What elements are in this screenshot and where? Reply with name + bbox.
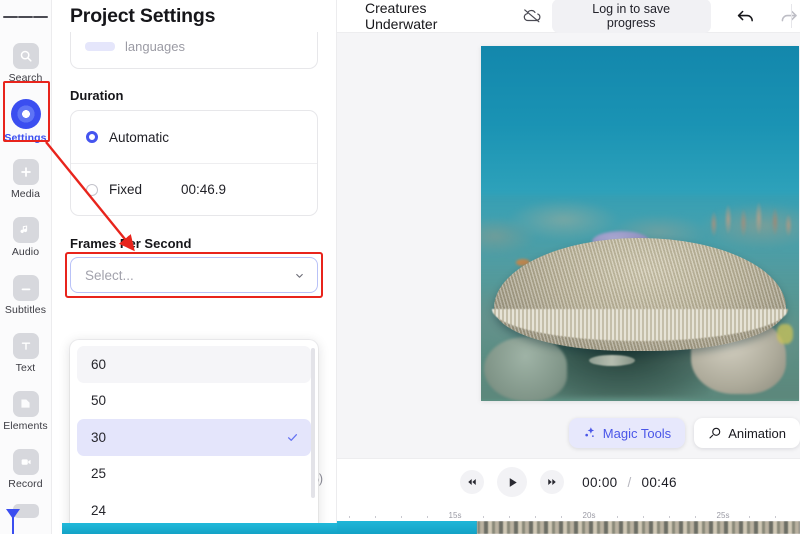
duration-label: Duration	[70, 88, 124, 103]
playback-controls: 00:00 / 00:46	[337, 458, 800, 506]
fps-option-25[interactable]: 25	[77, 456, 311, 493]
search-icon	[12, 42, 39, 69]
sidebar-item-search[interactable]: Search	[0, 34, 52, 92]
coral-reef-image	[481, 46, 799, 401]
subtitles-icon	[12, 274, 39, 301]
sidebar-item-label: Elements	[3, 419, 48, 432]
duration-options: Automatic Fixed 00:46.9	[70, 110, 318, 216]
fps-option-60[interactable]: 60	[77, 346, 311, 383]
audio-clip[interactable]	[337, 521, 477, 534]
cloud-off-icon[interactable]	[522, 6, 542, 26]
play-icon	[509, 477, 517, 487]
dropdown-scrollbar[interactable]	[311, 348, 315, 498]
plus-icon	[12, 158, 39, 185]
fps-option-label: 30	[91, 429, 107, 445]
radio-automatic-icon	[86, 131, 98, 143]
sidebar-item-label: Subtitles	[4, 303, 47, 316]
duration-fixed-value[interactable]: 00:46.9	[181, 182, 226, 197]
frames-per-second-select-wrap: Select...	[65, 252, 323, 298]
undo-arrow-icon[interactable]	[735, 5, 757, 27]
sparkle-icon	[585, 427, 594, 438]
timeline-left-segment	[52, 520, 337, 534]
fast-forward-icon	[548, 479, 556, 485]
sidebar-item-settings[interactable]: Settings	[0, 92, 52, 150]
audio-clip-left[interactable]	[62, 523, 337, 534]
video-editor-window: Search Settings Media Audio Subtitles Te…	[0, 0, 800, 534]
top-toolbar: Creatures Underwater Log in to save prog…	[337, 0, 800, 34]
radio-fixed-icon	[86, 183, 98, 196]
ruler-tick-label: 20s	[582, 511, 596, 520]
fps-option-30[interactable]: 30	[77, 419, 311, 456]
animation-orbit-icon	[709, 427, 721, 439]
fps-option-label: 60	[91, 356, 107, 372]
preview-stage: Magic Tools Animation	[337, 33, 800, 458]
language-pill	[85, 41, 115, 51]
animation-button[interactable]: Animation	[694, 418, 800, 448]
check-icon	[287, 433, 298, 441]
video-camera-icon	[12, 448, 39, 475]
fps-option-label: 25	[91, 466, 107, 482]
music-note-icon	[12, 216, 39, 243]
sidebar-item-audio[interactable]: Audio	[0, 208, 52, 266]
hamburger-icon[interactable]	[0, 0, 52, 34]
sidebar-item-label: Audio	[11, 245, 40, 258]
shapes-icon	[12, 390, 39, 417]
fps-option-label: 50	[91, 393, 107, 409]
player-bar: 00:00 / 00:46 15s 20s 25s	[337, 458, 800, 534]
video-clip[interactable]	[477, 521, 800, 534]
chevron-down-icon	[296, 273, 303, 278]
sidebar-item-media[interactable]: Media	[0, 150, 52, 208]
languages-label: languages	[125, 38, 185, 54]
current-time: 00:00	[582, 474, 618, 490]
fps-dropdown-menu: 60 50 30 25 24	[70, 340, 318, 534]
duration-option-fixed[interactable]: Fixed 00:46.9	[71, 163, 317, 215]
magic-tools-button[interactable]: Magic Tools	[568, 418, 686, 448]
fps-option-list: 60 50 30 25 24	[70, 340, 318, 534]
timeline-ruler[interactable]: 15s 20s 25s	[337, 505, 800, 521]
text-t-icon	[12, 332, 39, 359]
ruler-tick-label: 15s	[448, 511, 462, 520]
left-sidebar: Search Settings Media Audio Subtitles Te…	[0, 0, 52, 534]
forward-button[interactable]	[540, 470, 565, 494]
magic-tools-label: Magic Tools	[602, 425, 672, 441]
preview-tool-row: Magic Tools Animation	[568, 418, 800, 448]
frames-per-second-label: Frames Per Second	[70, 236, 192, 251]
rewind-icon	[468, 479, 476, 485]
sidebar-item-text[interactable]: Text	[0, 324, 52, 382]
animation-label: Animation	[728, 425, 786, 441]
settings-body: languages Duration Automatic Fixed 00:46…	[52, 30, 336, 534]
sidebar-item-label: Text	[15, 361, 36, 374]
project-settings-panel: Project Settings languages Duration Auto…	[52, 0, 337, 534]
fps-option-label: 24	[91, 502, 107, 518]
duration-option-label: Automatic	[109, 129, 170, 145]
frames-per-second-select[interactable]: Select...	[70, 257, 318, 293]
playhead-marker[interactable]	[6, 509, 20, 534]
ruler-tick-label: 25s	[716, 511, 730, 520]
sidebar-item-subtitles[interactable]: Subtitles	[0, 266, 52, 324]
project-name[interactable]: Creatures Underwater	[365, 0, 500, 32]
redo-arrow-icon[interactable]	[778, 5, 800, 27]
sidebar-item-label: Search	[8, 71, 43, 84]
timeline-track[interactable]	[337, 521, 800, 534]
sidebar-item-elements[interactable]: Elements	[0, 382, 52, 440]
duration-option-label: Fixed	[109, 182, 143, 197]
total-time: 00:46	[641, 474, 677, 490]
sidebar-item-label: Media	[10, 187, 41, 200]
languages-card-partial: languages	[70, 32, 318, 69]
duration-option-automatic[interactable]: Automatic	[71, 111, 317, 163]
sidebar-item-label: Record	[8, 477, 43, 490]
toolbar-divider	[791, 4, 792, 28]
fps-option-50[interactable]: 50	[77, 383, 311, 420]
play-button[interactable]	[497, 467, 528, 497]
sidebar-item-record[interactable]: Record	[0, 440, 52, 498]
sidebar-item-label: Settings	[4, 131, 47, 144]
login-to-save-button[interactable]: Log in to save progress	[551, 0, 711, 34]
rewind-button[interactable]	[460, 470, 485, 494]
time-separator: /	[627, 474, 632, 490]
select-placeholder: Select...	[85, 267, 134, 283]
settings-target-icon	[10, 98, 41, 129]
page-title: Project Settings	[70, 5, 216, 27]
video-preview[interactable]	[481, 46, 799, 401]
